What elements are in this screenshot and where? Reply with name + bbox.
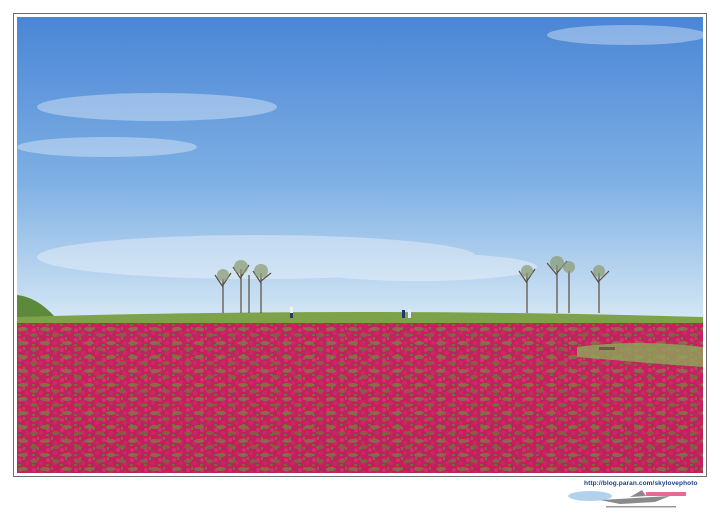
photo-frame bbox=[13, 13, 707, 477]
skylove-airplane-logo-icon bbox=[568, 490, 686, 508]
page: http://blog.paran.com/skylovephoto bbox=[0, 0, 720, 515]
landscape-photo bbox=[17, 17, 703, 473]
watermark: http://blog.paran.com/skylovephoto bbox=[560, 478, 710, 512]
landscape-image bbox=[17, 17, 703, 473]
bench bbox=[599, 347, 615, 350]
